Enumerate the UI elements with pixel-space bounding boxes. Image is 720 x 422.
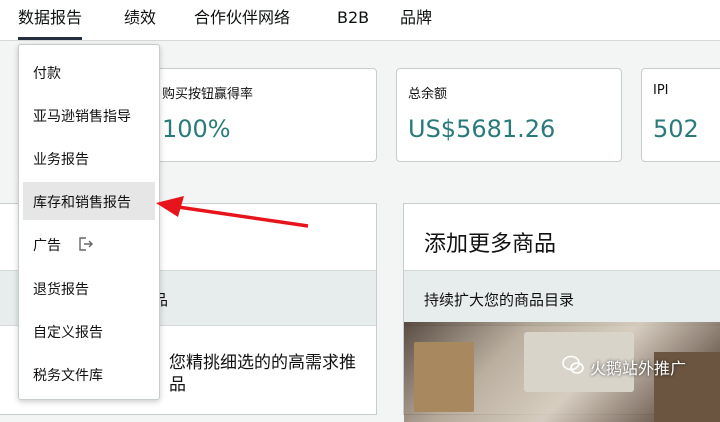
- panel-subtitle: 持续扩大您的商品目录: [424, 291, 575, 309]
- menu-item-label: 业务报告: [33, 152, 89, 168]
- card-value: 100%: [162, 115, 231, 143]
- wechat-logo-icon: [562, 355, 584, 374]
- menu-item-return-reports[interactable]: 退货报告: [23, 269, 155, 307]
- menu-item-label: 税务文件库: [33, 368, 103, 384]
- nav-tab-performance[interactable]: 绩效: [124, 7, 156, 35]
- ipi-card[interactable]: IPI 502: [641, 68, 720, 162]
- menu-item-business-reports[interactable]: 业务报告: [23, 139, 155, 177]
- photo-box: [414, 342, 474, 412]
- buybox-rate-card[interactable]: 购买按钮赢得率 100%: [150, 68, 377, 162]
- card-value: US$5681.26: [408, 115, 556, 143]
- menu-item-custom-reports[interactable]: 自定义报告: [23, 312, 155, 350]
- external-link-icon: [79, 237, 93, 251]
- panel-body-line: 品: [169, 375, 186, 395]
- nav-tab-partner-network[interactable]: 合作伙伴网络: [194, 7, 290, 35]
- top-nav: 数据报告 绩效 合作伙伴网络 B2B 品牌: [0, 0, 720, 41]
- menu-item-payments[interactable]: 付款: [23, 53, 155, 91]
- watermark-text: 火鹅站外推广: [590, 359, 687, 378]
- card-label: 购买按钮赢得率: [162, 87, 254, 102]
- card-value: 502: [653, 115, 699, 143]
- menu-item-label: 付款: [33, 66, 61, 82]
- panel-title: 添加更多商品: [424, 232, 557, 257]
- menu-item-label: 退货报告: [33, 282, 89, 298]
- nav-tab-data-reports[interactable]: 数据报告: [18, 7, 83, 40]
- add-more-products-panel: 添加更多商品 持续扩大您的商品目录: [403, 203, 720, 422]
- nav-tab-b2b[interactable]: B2B: [337, 7, 369, 35]
- menu-item-advertising[interactable]: 广告: [23, 225, 155, 263]
- card-label: 总余额: [408, 87, 448, 102]
- panel-body: 您精挑细选的的高需求推 品: [169, 352, 356, 396]
- menu-item-label: 广告: [33, 238, 61, 254]
- menu-item-label: 自定义报告: [33, 325, 103, 341]
- menu-item-inventory-sales-reports[interactable]: 库存和销售报告: [23, 182, 155, 220]
- red-arrow-annotation: [156, 196, 309, 228]
- total-balance-card[interactable]: 总余额 US$5681.26: [396, 68, 622, 162]
- nav-tab-brand[interactable]: 品牌: [400, 7, 432, 35]
- data-reports-dropdown: 付款 亚马逊销售指导 业务报告 库存和销售报告 广告 退货报告 自定义报告 税务…: [18, 44, 160, 400]
- menu-item-label: 库存和销售报告: [33, 195, 131, 211]
- panel-subheader: 持续扩大您的商品目录: [404, 270, 720, 326]
- menu-item-label: 亚马逊销售指导: [33, 109, 131, 125]
- card-label: IPI: [653, 83, 669, 98]
- menu-item-selling-coach[interactable]: 亚马逊销售指导: [23, 96, 155, 134]
- menu-item-tax-document-library[interactable]: 税务文件库: [23, 355, 155, 393]
- panel-body-line: 您精挑细选的的高需求推: [169, 353, 356, 373]
